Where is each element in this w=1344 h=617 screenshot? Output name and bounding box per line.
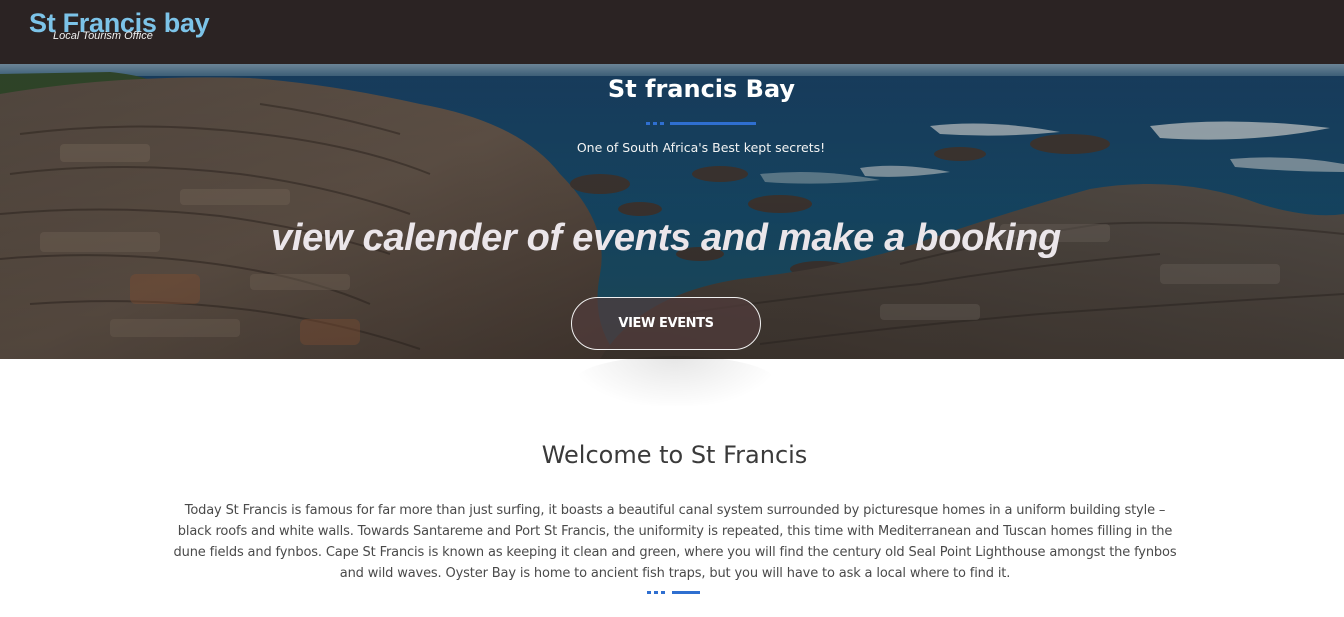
section-divider [647,591,700,594]
hero-tagline: One of South Africa's Best kept secrets! [576,140,826,155]
brand-subtitle: Local Tourism Office [53,30,153,42]
view-events-button[interactable]: VIEW EVENTS [571,297,761,350]
hero-title: St francis Bay [607,75,796,103]
welcome-body: Today St Francis is famous for far more … [173,503,1177,581]
hero-call-to-action: view calender of events and make a booki… [271,217,1061,259]
hero-banner: St francis Bay One of South Africa's Bes… [0,64,1344,359]
top-navbar: St Francis bay Local Tourism Office [0,0,1344,64]
welcome-title: Welcome to St Francis [541,441,808,469]
hero-divider [646,122,756,125]
button-shadow [575,356,775,406]
